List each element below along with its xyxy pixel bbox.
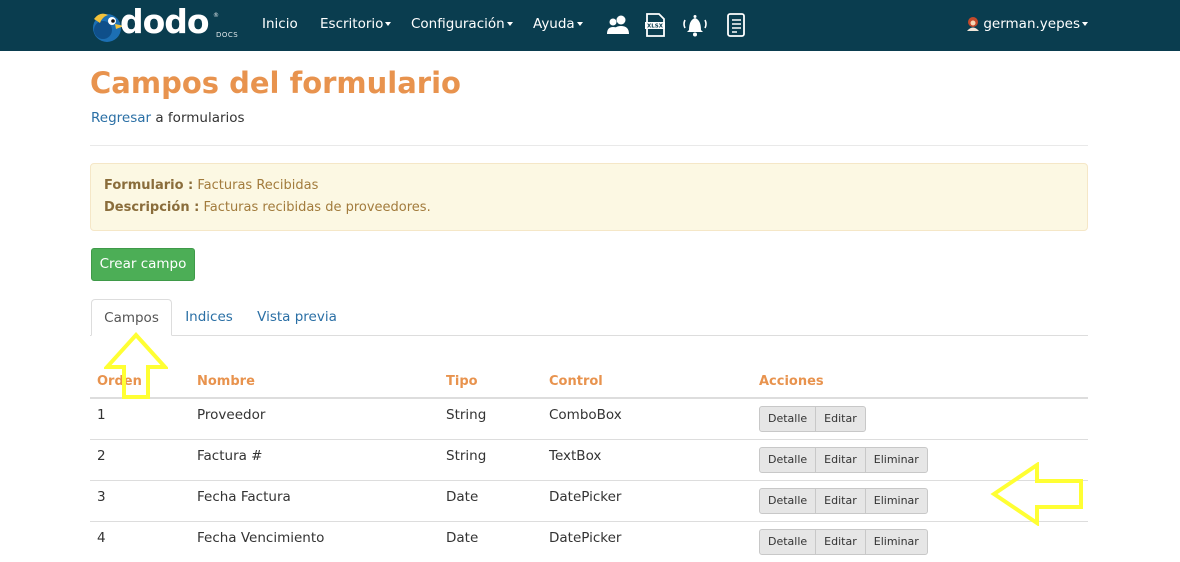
user-avatar-icon: [967, 17, 980, 31]
row-2-control: TextBox: [549, 448, 602, 464]
row-4-tipo: Date: [446, 530, 479, 546]
column-header-control[interactable]: Control: [549, 374, 603, 389]
dodo-logo[interactable]: dodo ® DOCS: [90, 2, 240, 46]
detalle-button[interactable]: Detalle: [759, 529, 817, 555]
row-1-actions: Detalle Editar: [759, 406, 866, 432]
nav-ayuda-label: Ayuda: [533, 16, 575, 32]
row-3-nombre: Fecha Factura: [197, 489, 291, 505]
row-1-control: ComboBox: [549, 407, 622, 423]
tab-vista-previa[interactable]: Vista previa: [252, 299, 342, 336]
form-name-label: Formulario :: [104, 178, 194, 193]
form-info-box: Formulario : Facturas Recibidas Descripc…: [90, 163, 1088, 231]
row-divider: [90, 439, 1088, 440]
form-description-value: Facturas recibidas de proveedores.: [199, 200, 431, 215]
tab-indices[interactable]: Indices: [178, 299, 240, 336]
caret-down-icon: [385, 22, 392, 26]
username-label: german.yepes: [983, 16, 1080, 32]
logo-registered-mark: ®: [213, 12, 219, 19]
logo-suffix: DOCS: [216, 31, 239, 39]
detalle-button[interactable]: Detalle: [759, 488, 817, 514]
notification-bell-icon[interactable]: [681, 12, 709, 38]
table-header-divider: [90, 397, 1088, 399]
logo-wordmark: dodo: [120, 2, 210, 41]
detalle-button[interactable]: Detalle: [759, 406, 817, 432]
nav-ayuda[interactable]: Ayuda: [533, 0, 583, 51]
row-2-tipo: String: [446, 448, 487, 464]
nav-configuracion[interactable]: Configuración: [411, 0, 513, 51]
editar-button[interactable]: Editar: [815, 488, 866, 514]
create-field-button[interactable]: Crear campo: [91, 248, 195, 281]
row-3-control: DatePicker: [549, 489, 622, 505]
row-1-orden: 1: [97, 407, 106, 423]
row-2-actions: Detalle Editar Eliminar: [759, 447, 928, 473]
row-divider: [90, 521, 1088, 522]
row-3-actions: Detalle Editar Eliminar: [759, 488, 928, 514]
row-2-nombre: Factura #: [197, 448, 263, 464]
caret-down-icon: [1082, 22, 1088, 26]
form-description-line: Descripción : Facturas recibidas de prov…: [104, 200, 431, 215]
page-title: Campos del formulario: [90, 66, 461, 100]
caret-down-icon: [576, 22, 583, 26]
row-4-nombre: Fecha Vencimiento: [197, 530, 325, 546]
form-name-value: Facturas Recibidas: [193, 178, 319, 193]
user-menu[interactable]: german.yepes: [965, 0, 1088, 51]
row-4-control: DatePicker: [549, 530, 622, 546]
row-3-tipo: Date: [446, 489, 479, 505]
top-navbar: dodo ® DOCS Inicio Escritorio Configurac…: [0, 0, 1180, 51]
editar-button[interactable]: Editar: [815, 529, 866, 555]
row-divider: [90, 480, 1088, 481]
row-3-orden: 3: [97, 489, 106, 505]
row-2-orden: 2: [97, 448, 106, 464]
back-breadcrumb: Regresar a formularios: [91, 110, 245, 126]
nav-inicio[interactable]: Inicio: [262, 0, 298, 51]
xlsx-file-icon[interactable]: XLSX: [643, 12, 667, 38]
row-4-orden: 4: [97, 530, 106, 546]
back-suffix: a formularios: [151, 110, 245, 126]
nav-escritorio-label: Escritorio: [320, 16, 384, 32]
divider: [90, 145, 1088, 146]
row-1-nombre: Proveedor: [197, 407, 266, 423]
form-name-line: Formulario : Facturas Recibidas: [104, 178, 318, 193]
annotation-arrow-up-icon: [104, 332, 168, 399]
row-4-actions: Detalle Editar Eliminar: [759, 529, 928, 555]
form-description-label: Descripción :: [104, 200, 200, 215]
row-1-tipo: String: [446, 407, 487, 423]
caret-down-icon: [506, 22, 513, 26]
nav-inicio-label: Inicio: [262, 16, 298, 32]
editar-button[interactable]: Editar: [815, 447, 866, 473]
detalle-button[interactable]: Detalle: [759, 447, 817, 473]
tab-campos[interactable]: Campos: [91, 299, 172, 336]
svg-text:XLSX: XLSX: [647, 24, 664, 30]
annotation-arrow-left-icon: [990, 462, 1083, 526]
nav-configuracion-label: Configuración: [411, 16, 505, 32]
document-list-icon[interactable]: [724, 12, 748, 38]
eliminar-button[interactable]: Eliminar: [864, 529, 928, 555]
users-icon[interactable]: [606, 12, 630, 38]
eliminar-button[interactable]: Eliminar: [864, 488, 928, 514]
eliminar-button[interactable]: Eliminar: [864, 447, 928, 473]
column-header-acciones: Acciones: [759, 374, 824, 389]
column-header-nombre[interactable]: Nombre: [197, 374, 255, 389]
editar-button[interactable]: Editar: [815, 406, 866, 432]
back-link[interactable]: Regresar: [91, 110, 151, 126]
column-header-tipo[interactable]: Tipo: [446, 374, 478, 389]
nav-escritorio[interactable]: Escritorio: [320, 0, 392, 51]
